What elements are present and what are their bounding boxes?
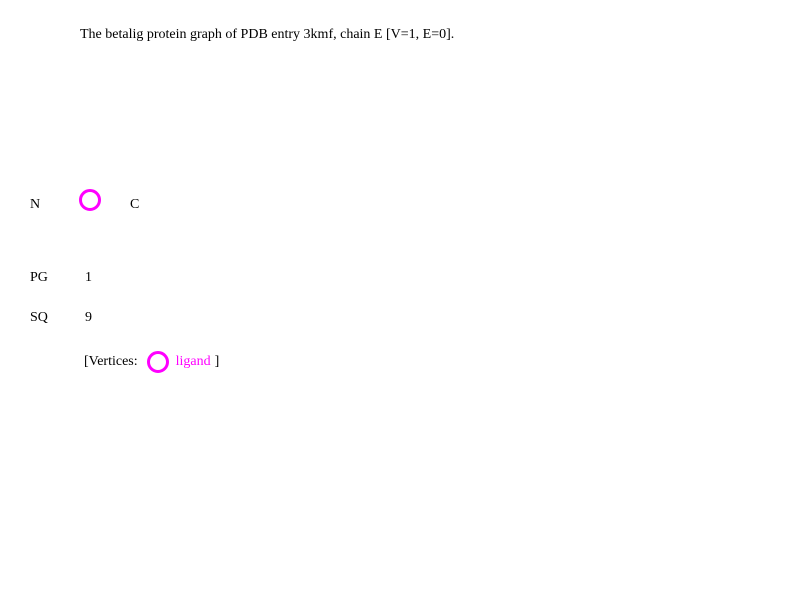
vertices-legend: [Vertices: ligand ] bbox=[84, 350, 219, 374]
legend-ligand-label: ligand bbox=[175, 354, 211, 369]
c-terminus-label: C bbox=[130, 197, 140, 212]
ligand-vertex-icon bbox=[79, 189, 101, 211]
ligand-vertex-1 bbox=[79, 189, 101, 211]
pg-value: 1 bbox=[85, 270, 92, 285]
pg-label: PG bbox=[30, 270, 48, 285]
ligand-legend-icon bbox=[146, 351, 169, 373]
sq-value: 9 bbox=[85, 310, 92, 325]
n-terminus-label: N bbox=[30, 197, 41, 212]
legend-prefix: [Vertices: bbox=[84, 354, 138, 369]
graph-title: The betalig protein graph of PDB entry 3… bbox=[80, 27, 455, 42]
legend-suffix: ] bbox=[214, 354, 220, 369]
sq-label: SQ bbox=[30, 310, 48, 325]
